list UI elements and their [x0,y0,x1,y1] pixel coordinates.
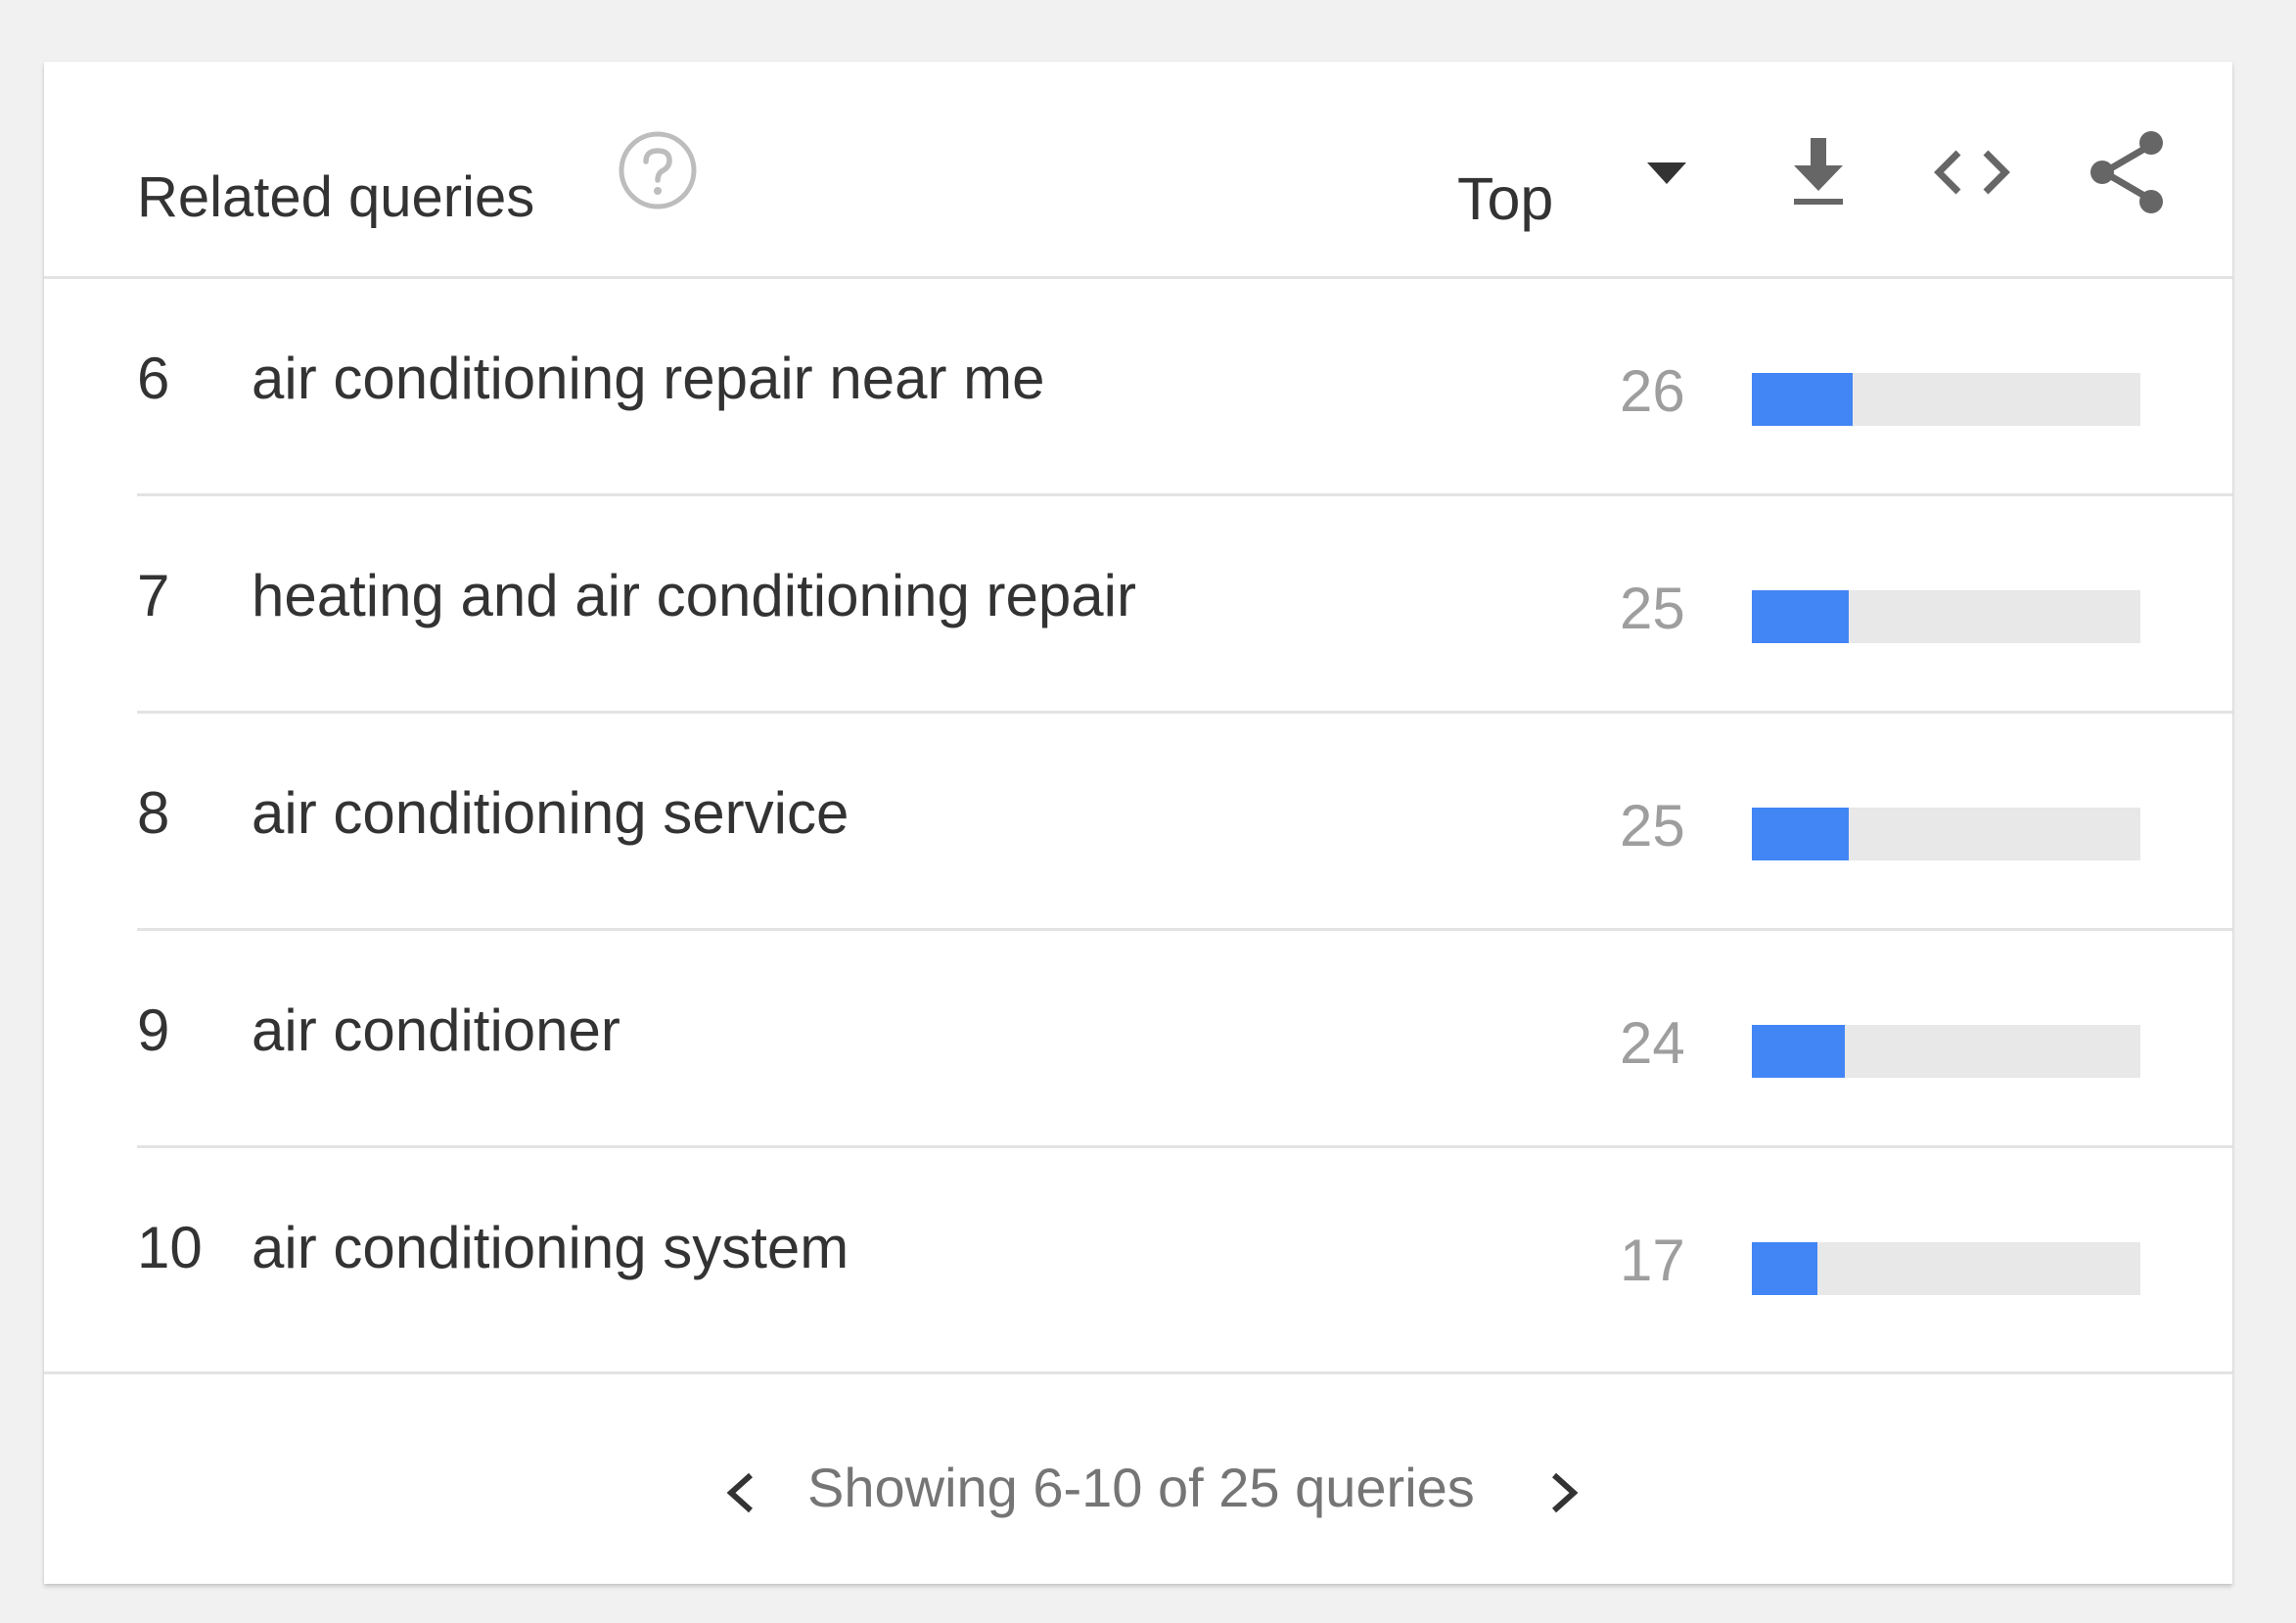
chevron-down-icon[interactable] [1643,155,1690,190]
value-bar-track [1752,1242,2140,1295]
row-value: 25 [1620,793,1685,858]
value-bar-track [1752,590,2140,643]
row-value: 17 [1620,1228,1685,1293]
row-query-link[interactable]: air conditioning repair near me [252,349,1044,408]
row-value: 26 [1620,358,1685,424]
row-rank: 9 [137,997,170,1063]
chevron-left-icon[interactable] [712,1463,770,1522]
value-bar-fill [1752,590,1850,643]
value-bar-fill [1752,1025,1846,1078]
value-bar-fill [1752,808,1850,860]
value-bar-fill [1752,373,1854,426]
query-row[interactable]: 7 heating and air conditioning repair 25 [44,496,2232,714]
top-rising-select[interactable]: Top [1457,169,1553,229]
help-circle-icon[interactable] [618,130,698,210]
row-query-link[interactable]: air conditioning system [252,1219,849,1277]
query-row[interactable]: 9 air conditioner 24 [44,931,2232,1148]
pagination-footer: Showing 6-10 of 25 queries [44,1371,2232,1587]
row-rank: 8 [137,780,170,846]
embed-code-icon[interactable] [1923,128,2021,216]
card-title: Related queries [137,165,535,229]
value-bar-track [1752,373,2140,426]
row-value: 24 [1620,1010,1685,1076]
pagination-text: Showing 6-10 of 25 queries [807,1457,1475,1518]
value-bar-track [1752,808,2140,860]
row-query-link[interactable]: air conditioner [252,1001,620,1060]
query-row[interactable]: 6 air conditioning repair near me 26 [44,279,2232,496]
row-rank: 6 [137,346,170,411]
row-query-link[interactable]: heating and air conditioning repair [252,567,1136,626]
row-rank: 7 [137,563,170,628]
share-icon[interactable] [2081,125,2174,218]
row-value: 25 [1620,576,1685,641]
chevron-right-icon[interactable] [1535,1463,1593,1522]
row-query-link[interactable]: air conditioning service [252,784,849,843]
row-rank: 10 [137,1215,203,1280]
query-row[interactable]: 10 air conditioning system 17 [44,1148,2232,1366]
related-queries-card: Related queries Top 6 air conditioning r… [44,62,2232,1584]
card-header: Related queries Top [44,62,2232,279]
value-bar-track [1752,1025,2140,1078]
query-row[interactable]: 8 air conditioning service 25 [44,714,2232,931]
download-icon[interactable] [1774,128,1862,216]
value-bar-fill [1752,1242,1818,1295]
